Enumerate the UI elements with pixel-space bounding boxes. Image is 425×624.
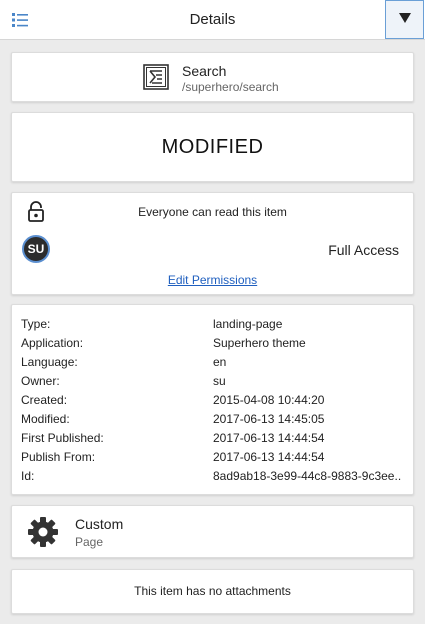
info-value: 2017-06-13 14:44:54	[213, 450, 325, 464]
details-header: Details	[0, 0, 425, 40]
info-row-publish-from: Publish From: 2017-06-13 14:44:54	[21, 450, 411, 469]
info-row-owner: Owner: su	[21, 374, 411, 393]
status-label: MODIFIED	[161, 136, 264, 158]
content-type-kind: Page	[75, 535, 104, 549]
permissions-card: Everyone can read this item SU Full Acce…	[11, 192, 414, 295]
access-level: Full Access	[328, 242, 399, 258]
info-key: Type:	[21, 317, 51, 331]
info-key: Id:	[21, 469, 35, 483]
info-key: Modified:	[21, 412, 70, 426]
info-key: Language:	[21, 355, 78, 369]
info-value: Superhero theme	[213, 336, 306, 350]
item-info-card: Type: landing-page Application: Superher…	[11, 304, 414, 495]
info-key: Application:	[21, 336, 84, 350]
info-key: Created:	[21, 393, 68, 407]
gear-icon	[27, 516, 59, 548]
search-page-icon	[143, 64, 169, 90]
info-value: landing-page	[213, 317, 283, 331]
info-row-application: Application: Superhero theme	[21, 336, 411, 355]
attachments-text: This item has no attachments	[134, 584, 291, 598]
info-value: en	[213, 355, 227, 369]
read-permission-text: Everyone can read this item	[138, 205, 287, 219]
info-value: su	[213, 374, 226, 388]
info-row-type: Type: landing-page	[21, 317, 411, 336]
item-path: /superhero/search	[182, 80, 279, 94]
info-key: First Published:	[21, 431, 104, 445]
info-row-first-published: First Published: 2017-06-13 14:44:54	[21, 431, 411, 450]
info-key: Publish From:	[21, 450, 96, 464]
search-card[interactable]: Search /superhero/search	[11, 52, 414, 102]
info-value: 8ad9ab18-3e99-44c8-9883-9c3ee..	[213, 469, 402, 483]
info-value: 2017-06-13 14:44:54	[213, 431, 325, 445]
content-type-card[interactable]: Custom Page	[11, 505, 414, 558]
status-card: MODIFIED	[11, 112, 414, 182]
info-row-created: Created: 2015-04-08 10:44:20	[21, 393, 411, 412]
info-row-id: Id: 8ad9ab18-3e99-44c8-9883-9c3ee..	[21, 469, 411, 488]
info-key: Owner:	[21, 374, 60, 388]
info-row-language: Language: en	[21, 355, 411, 374]
info-value: 2017-06-13 14:45:05	[213, 412, 325, 426]
panel-title: Details	[189, 11, 236, 28]
info-row-modified: Modified: 2017-06-13 14:45:05	[21, 412, 411, 431]
attachments-card: This item has no attachments	[11, 569, 414, 614]
item-title: Search	[182, 63, 227, 79]
edit-permissions-link[interactable]: Edit Permissions	[12, 273, 413, 287]
avatar: SU	[22, 235, 50, 263]
content-type-name: Custom	[75, 516, 124, 532]
info-value: 2015-04-08 10:44:20	[213, 393, 325, 407]
collapse-toggle-button[interactable]	[385, 0, 424, 39]
triangle-down-icon	[398, 11, 412, 29]
